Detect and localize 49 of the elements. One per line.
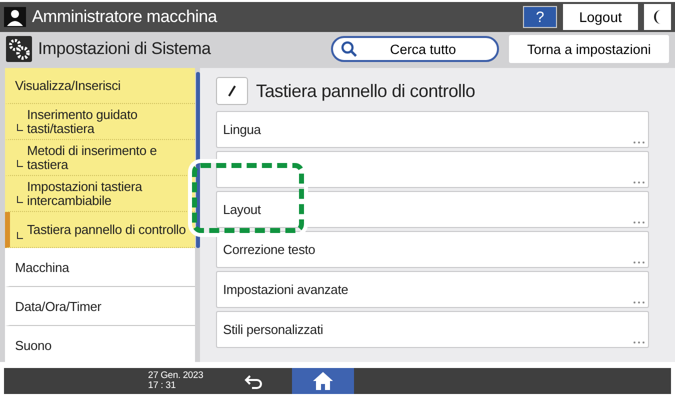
indent-marker-icon [17, 196, 23, 203]
menu-item[interactable]: Stili personalizzati [216, 311, 649, 348]
home-button[interactable] [292, 368, 354, 394]
status-time: 17 : 31 [148, 381, 177, 391]
menu-item-label: Stili personalizzati [223, 322, 324, 337]
more-icon [633, 221, 645, 224]
user-icon [4, 7, 26, 27]
energy-saver-button[interactable] [644, 4, 671, 30]
menu-item[interactable]: Impostazioni avanzate [216, 271, 649, 308]
scrollbar[interactable] [196, 72, 200, 248]
back-to-settings-button[interactable]: Torna a impostazioni [509, 35, 669, 63]
menu-item-label: Layout [223, 202, 261, 217]
sidebar-subitem[interactable]: Inserimento guidato tasti/tastiera [5, 104, 195, 140]
logout-button[interactable]: Logout [563, 4, 638, 30]
menu-item-label: Impostazioni avanzate [223, 282, 348, 297]
section-title: Tastiera pannello di controllo [256, 80, 476, 102]
page-title: Impostazioni di Sistema [38, 39, 212, 59]
sidebar-subitem-label: Impostazioni tastiera intercambiabile [27, 180, 144, 208]
search-icon [341, 41, 357, 57]
status-date: 27 Gen. 2023 [148, 371, 204, 381]
return-arrow-icon [244, 373, 264, 389]
user-name: Amministratore macchina [32, 7, 218, 27]
sidebar-subitem[interactable]: Metodi di inserimento e tastiera [5, 140, 195, 176]
sidebar-subitem[interactable]: Tastiera pannello di controllo [5, 212, 195, 248]
more-icon [633, 341, 645, 344]
sidebar-subitem[interactable]: Impostazioni tastiera intercambiabile [5, 176, 195, 212]
more-icon [633, 261, 645, 264]
more-icon [633, 181, 645, 184]
more-icon [633, 301, 645, 304]
gears-icon [6, 36, 32, 62]
menu-item[interactable]: Correzione testo [216, 231, 649, 268]
help-button[interactable]: ? [523, 6, 557, 28]
indent-marker-icon [17, 160, 23, 167]
back-button[interactable] [216, 77, 248, 105]
sidebar-item[interactable]: Visualizza/Inserisci [5, 68, 195, 104]
sidebar-subitem-label: Tastiera pannello di controllo [27, 222, 186, 236]
moon-icon [654, 9, 662, 25]
search-button[interactable]: Cerca tutto [331, 36, 499, 62]
home-icon [312, 371, 334, 391]
menu-item[interactable]: Layout [216, 191, 649, 228]
menu-item-label: Lingua [223, 122, 261, 137]
sidebar-subitem-label: Metodi di inserimento e tastiera [27, 144, 158, 172]
indent-marker-icon [17, 124, 23, 131]
menu-item[interactable]: Lingua [216, 111, 649, 148]
menu-item[interactable] [216, 151, 649, 188]
sidebar-subitem-label: Inserimento guidato tasti/tastiera [27, 108, 138, 136]
menu-item-label: Correzione testo [223, 242, 316, 257]
indent-marker-icon [17, 232, 23, 239]
more-icon [633, 141, 645, 144]
